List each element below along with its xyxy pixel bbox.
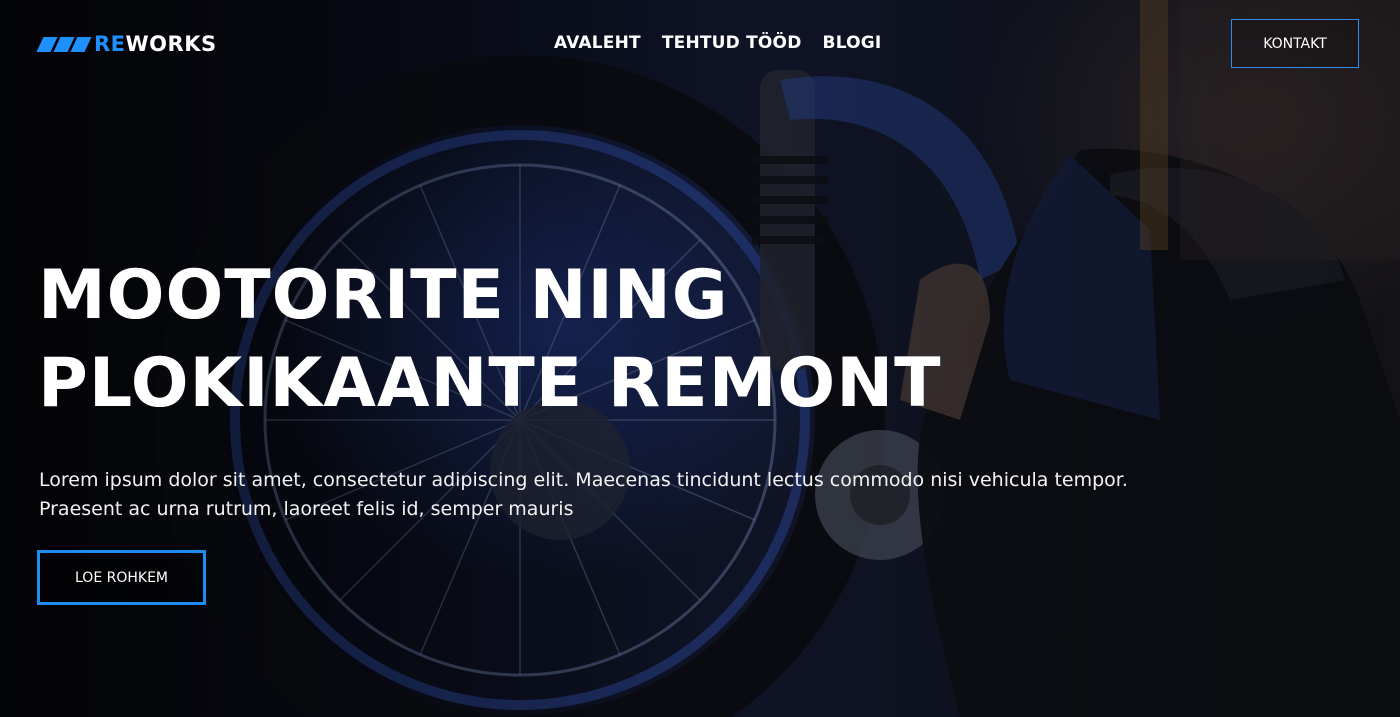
logo-stripes-icon bbox=[36, 36, 92, 52]
hero-lead-text: Lorem ipsum dolor sit amet, consectetur … bbox=[39, 469, 1128, 520]
hero-headline-line-2: PLOKIKAANTE REMONT bbox=[38, 344, 942, 423]
hero-section: REWORKS AVALEHT TEHTUD TÖÖD BLOGI KONTAK… bbox=[0, 0, 1400, 717]
nav-link-tehtud-tood[interactable]: TEHTUD TÖÖD bbox=[662, 33, 802, 53]
main-nav: AVALEHT TEHTUD TÖÖD BLOGI bbox=[554, 33, 881, 53]
logo-wordmark: REWORKS bbox=[94, 32, 217, 56]
hero-headline-line-1: MOOTORITE NING bbox=[38, 256, 729, 335]
hero-headline: MOOTORITE NING PLOKIKAANTE REMONT bbox=[38, 252, 1238, 428]
nav-link-avaleht[interactable]: AVALEHT bbox=[554, 33, 641, 53]
contact-button[interactable]: KONTAKT bbox=[1231, 19, 1359, 68]
logo-accent-text: RE bbox=[94, 32, 126, 56]
site-logo[interactable]: REWORKS bbox=[36, 30, 217, 58]
logo-rest-text: WORKS bbox=[125, 32, 217, 56]
nav-link-blogi[interactable]: BLOGI bbox=[823, 33, 882, 53]
read-more-button[interactable]: LOE ROHKEM bbox=[37, 550, 206, 605]
